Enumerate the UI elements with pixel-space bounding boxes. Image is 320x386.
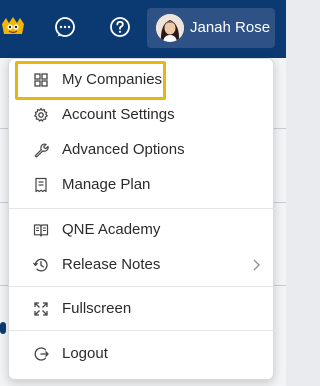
help-icon[interactable] [108,15,132,39]
wrench-icon [34,143,49,158]
avatar [156,14,184,42]
menu-item-label: Fullscreen [62,300,132,317]
menu-divider [9,208,275,209]
menu-item-qne-academy[interactable]: QNE Academy [17,213,267,247]
menu-divider [9,330,275,331]
menu-divider [9,286,275,287]
menu-item-my-companies[interactable]: My Companies [17,63,267,97]
menu-item-advanced-options[interactable]: Advanced Options [17,133,267,167]
book-icon [33,224,49,237]
menu-item-label: Release Notes [62,256,161,273]
menu-item-label: QNE Academy [62,221,161,238]
background-fragment [0,322,6,334]
history-icon [33,258,48,272]
fullscreen-icon [34,302,48,316]
receipt-icon [35,177,47,193]
top-navigation-bar: Janah Rose [0,0,286,58]
menu-item-label: Logout [62,345,108,362]
chevron-right-icon [253,259,260,271]
menu-item-fullscreen[interactable]: Fullscreen [17,292,267,326]
menu-item-label: Advanced Options [62,141,185,158]
menu-item-release-notes[interactable]: Release Notes [17,248,267,282]
user-name: Janah Rose [190,19,271,36]
menu-item-logout[interactable]: Logout [17,337,267,371]
chat-icon[interactable] [53,15,77,39]
logout-icon [34,347,49,361]
menu-item-label: Manage Plan [62,176,151,193]
user-dropdown-menu: My Companies Account Settings Advanced O… [8,58,275,380]
grid-icon [34,73,48,87]
user-menu-button[interactable]: Janah Rose [147,8,275,48]
menu-item-label: Account Settings [62,106,175,123]
menu-item-account-settings[interactable]: Account Settings [17,98,267,132]
mascot-icon[interactable] [0,16,26,38]
menu-item-manage-plan[interactable]: Manage Plan [17,168,267,202]
menu-item-label: My Companies [62,71,163,88]
gear-icon [34,107,48,122]
